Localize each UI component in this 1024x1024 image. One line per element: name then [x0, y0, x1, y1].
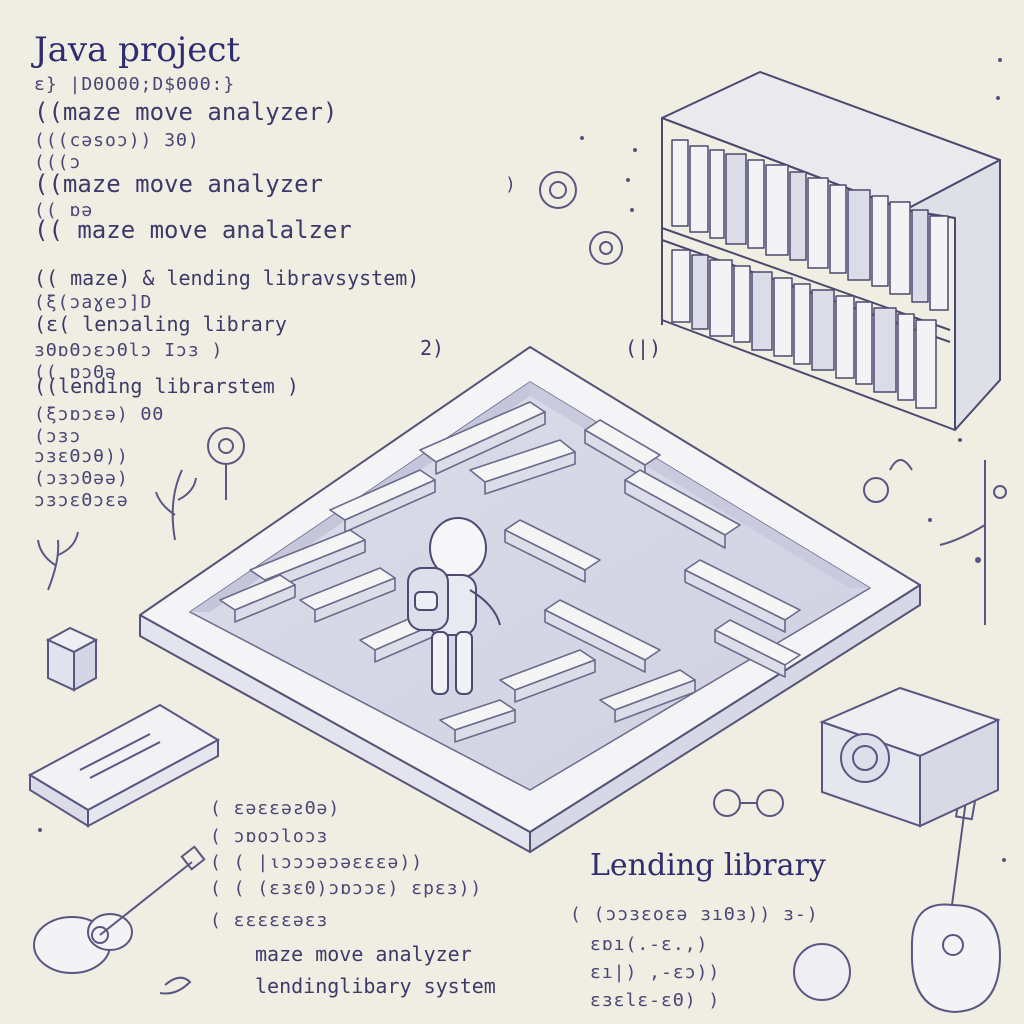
code-line: ( ( (ɛɜɛ0)ɔɒɔɔɛ) ɛpɛɜ)): [210, 878, 483, 899]
code-line: (ξɔɒɔεə) ΘΘ: [34, 404, 165, 425]
code-line: ( ɛɛɛɛɛəɛɜ: [210, 910, 329, 931]
bookshelf-drawing: [661, 71, 1001, 431]
code-line: lendinglibary system: [255, 974, 496, 998]
code-line: 2): [420, 336, 445, 360]
code-line: ((maze move analyzer): [34, 98, 338, 126]
code-line: (ɔɜɔ: [34, 426, 82, 447]
illustration-canvas: Java project ε} |DΘOΘΘ;D$ΘΘΘ:} ((maze mo…: [0, 0, 1024, 1024]
project-title: Java project: [34, 30, 241, 70]
code-line: ((maze move analyzer: [34, 170, 323, 198]
code-line: ): [505, 174, 517, 195]
code-line: ((lending librarstem ): [34, 374, 299, 398]
code-line: (( maze) & lending libravsystem): [34, 266, 420, 290]
code-line: (ɔɜɔΘəə): [34, 468, 129, 489]
code-line: ( ɛəɛɛəƨΘə): [210, 798, 341, 819]
code-line: (ɛ( lenɔaling library: [34, 312, 287, 336]
code-line: (((cəsoɔ)) 3Θ): [34, 130, 200, 151]
code-line: (|): [625, 336, 662, 360]
code-line: ε} |DΘOΘΘ;D$ΘΘΘ:}: [34, 74, 236, 95]
code-line: ɛı|) ,-ɛɔ)): [590, 962, 721, 983]
maze-drawing: [139, 346, 921, 853]
code-line: ( ( |ιɔɔɔəɔəɛɛɛə)): [210, 852, 424, 873]
code-line: (( maze move analalzer: [34, 216, 352, 244]
code-line: maze move analyzer: [255, 942, 472, 966]
code-line: ɛɒı(.-ɛ.,): [590, 934, 709, 955]
code-line: ɛɜɛlɛ-ɛΘ) ): [590, 990, 721, 1011]
code-line: ( (ɔɔɜɛoɛə ɜıΘɜ)) ɜ-): [570, 904, 819, 925]
code-line: ɔɜɔɛΘɔɛə: [34, 490, 129, 511]
code-line: ɜΘɒΘɔɛɔΘlɔ Ιɔɜ ): [34, 340, 224, 361]
sketch-drawings: [27, 58, 1007, 1014]
code-line: (ξ(ɔaɣeɔ]D: [34, 292, 153, 313]
lending-library-label: Lending library: [590, 848, 826, 883]
code-line: ( ɔɒoɔloɔɜ: [210, 826, 329, 847]
code-line: ɔɜɛΘɔθ)): [34, 446, 129, 467]
